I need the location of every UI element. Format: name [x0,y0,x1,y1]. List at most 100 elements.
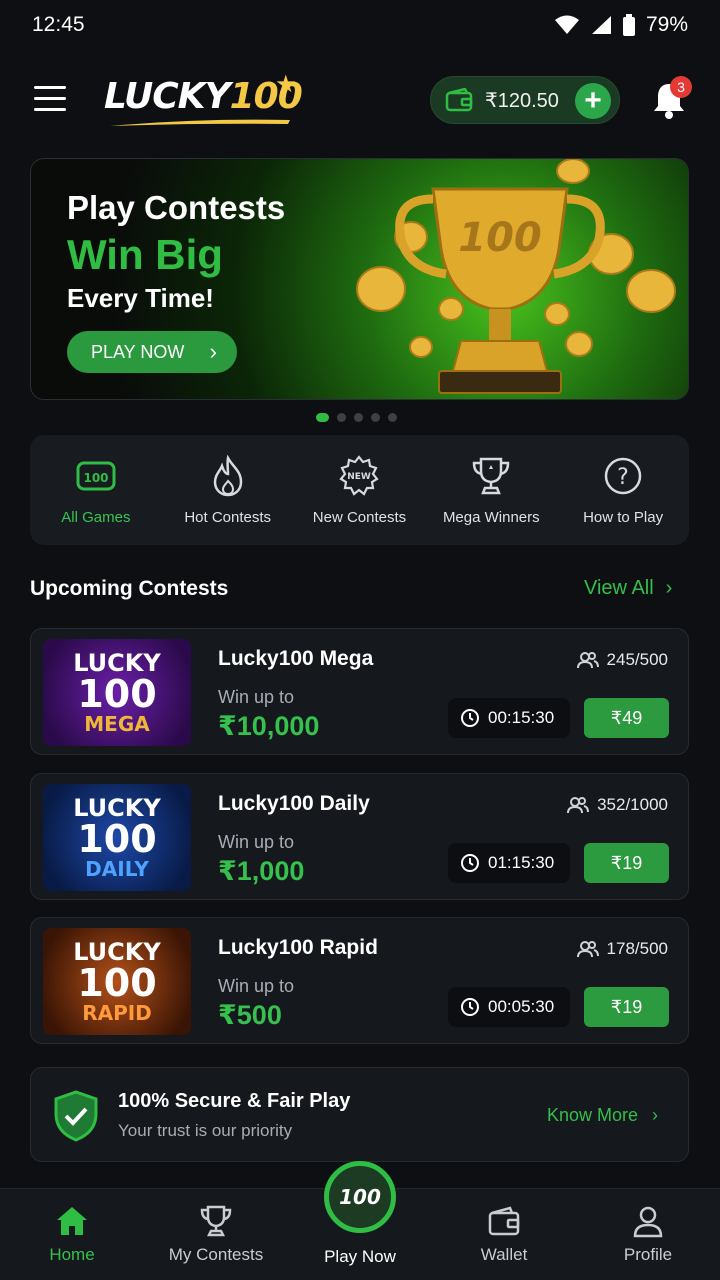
thumb-number: 100 [77,671,157,716]
menu-icon-bar [34,97,66,100]
prize-amount: ₹500 [218,1000,282,1030]
thumb-top: LUCKY [73,648,161,677]
nav-play-now[interactable]: 100 Play Now [288,1161,432,1280]
star-icon: ★ [275,71,297,98]
status-icons: 79% [554,13,688,37]
contest-thumbnail: LUCKY 100 DAILY [43,784,191,891]
category-label: All Games [61,509,131,526]
contest-thumbnail: LUCKY 100 RAPID [43,928,191,1035]
contest-card-daily[interactable]: LUCKY 100 DAILY Lucky100 Daily Win up to… [30,773,689,900]
menu-button[interactable] [34,86,66,112]
category-new-contests[interactable]: NEW New Contests [294,435,426,545]
players-count: 178/500 [576,939,668,959]
countdown-timer: 01:15:30 [448,843,570,883]
prize-amount: ₹1,000 [218,856,305,886]
thumb-top: LUCKY [73,937,161,966]
thumb-top: LUCKY [73,793,161,822]
nav-home[interactable]: Home [0,1189,144,1280]
win-label: Win up to [218,832,295,852]
view-all-link[interactable]: View All › [584,577,672,600]
contest-card-mega[interactable]: LUCKY 100 MEGA Lucky100 Mega Win up to ₹… [30,628,689,755]
contest-thumbnail: LUCKY 100 MEGA [43,639,191,746]
nav-label: Home [49,1245,95,1264]
wallet-icon [445,88,473,112]
entry-fee-button[interactable]: ₹19 [584,843,669,883]
shield-check-icon [54,1090,98,1142]
nav-label: Wallet [480,1245,528,1264]
logo-text: LUCKY100 [104,76,303,117]
contest-name: Lucky100 Rapid [218,936,378,959]
trophy-number: 100 [458,215,542,261]
banner-highlight: Win Big [67,231,223,278]
wallet-balance-button[interactable]: ₹120.50 + [430,76,620,124]
chevron-right-icon: › [209,339,217,364]
users-icon [576,941,599,958]
contest-name: Lucky100 Mega [218,647,374,670]
category-mega-winners[interactable]: Mega Winners [425,435,557,545]
nav-profile[interactable]: Profile [576,1189,720,1280]
category-label: Hot Contests [184,509,272,526]
battery-icon [622,14,635,36]
carousel-dot[interactable] [371,413,380,422]
promo-banner[interactable]: Play Contests Win Big Every Time! PLAY N… [30,158,689,400]
fire-icon [213,455,242,497]
nav-label: My Contests [168,1245,264,1264]
users-icon [567,797,590,814]
app-header: LUCKY100 ★ ₹120.50 + 3 [0,50,720,150]
carousel-dot[interactable] [388,413,397,422]
wallet-amount: ₹120.50 [485,89,559,112]
category-all-games[interactable]: 100 All Games [30,435,162,545]
category-how-to-play[interactable]: ? How to Play [557,435,689,545]
thumb-bottom: MEGA [84,712,150,737]
notification-badge: 3 [670,76,692,98]
entry-fee-button[interactable]: ₹49 [584,698,669,738]
carousel-indicator[interactable] [316,413,397,422]
timer-value: 00:15:30 [488,708,555,727]
menu-icon [34,86,66,89]
trophy-illustration: 100 [356,159,676,394]
know-more-link[interactable]: Know More › [547,1105,658,1126]
users-icon [576,652,599,669]
new-badge-icon: NEW [339,455,380,496]
contest-card-rapid[interactable]: LUCKY 100 RAPID Lucky100 Rapid Win up to… [30,917,689,1044]
category-label: New Contests [312,509,407,526]
prize-amount: ₹10,000 [218,711,320,741]
contest-name: Lucky100 Daily [218,792,370,815]
play-now-button[interactable]: PLAY NOW › [67,331,237,373]
wifi-icon [554,15,579,34]
status-bar: 12:45 79% [0,0,720,50]
clock-icon [461,709,479,727]
status-time: 12:45 [32,13,85,36]
thumb-number: 100 [77,816,157,861]
play-now-fab[interactable]: 100 [324,1161,396,1233]
svg-text:?: ? [617,465,629,490]
players-count: 245/500 [576,650,668,670]
carousel-dot[interactable] [316,413,329,422]
app-logo: LUCKY100 ★ [100,70,310,140]
thumb-bottom: RAPID [82,1001,152,1026]
trophy-icon [473,457,510,495]
countdown-timer: 00:05:30 [448,987,570,1027]
clock-icon [461,998,479,1016]
players-value: 352/1000 [597,795,668,814]
nav-label: Profile [623,1245,673,1264]
players-value: 245/500 [606,650,668,669]
wallet-icon [488,1206,520,1236]
category-hot-contests[interactable]: Hot Contests [162,435,294,545]
win-label: Win up to [218,976,295,996]
carousel-dot[interactable] [337,413,346,422]
timer-value: 00:05:30 [488,997,555,1016]
players-count: 352/1000 [567,795,668,815]
secure-title: 100% Secure & Fair Play [118,1090,351,1112]
nav-my-contests[interactable]: My Contests [144,1189,288,1280]
category-bar: 100 All Games Hot Contests NEW New Conte… [30,435,689,545]
secure-play-card: 100% Secure & Fair Play Your trust is ou… [30,1067,689,1162]
clock-icon [461,854,479,872]
chevron-right-icon: › [665,577,673,599]
add-money-button[interactable]: + [575,83,611,119]
thumb-bottom: DAILY [85,857,149,882]
entry-fee-button[interactable]: ₹19 [584,987,669,1027]
nav-wallet[interactable]: Wallet [432,1189,576,1280]
carousel-dot[interactable] [354,413,363,422]
logo-swoosh [110,119,290,126]
